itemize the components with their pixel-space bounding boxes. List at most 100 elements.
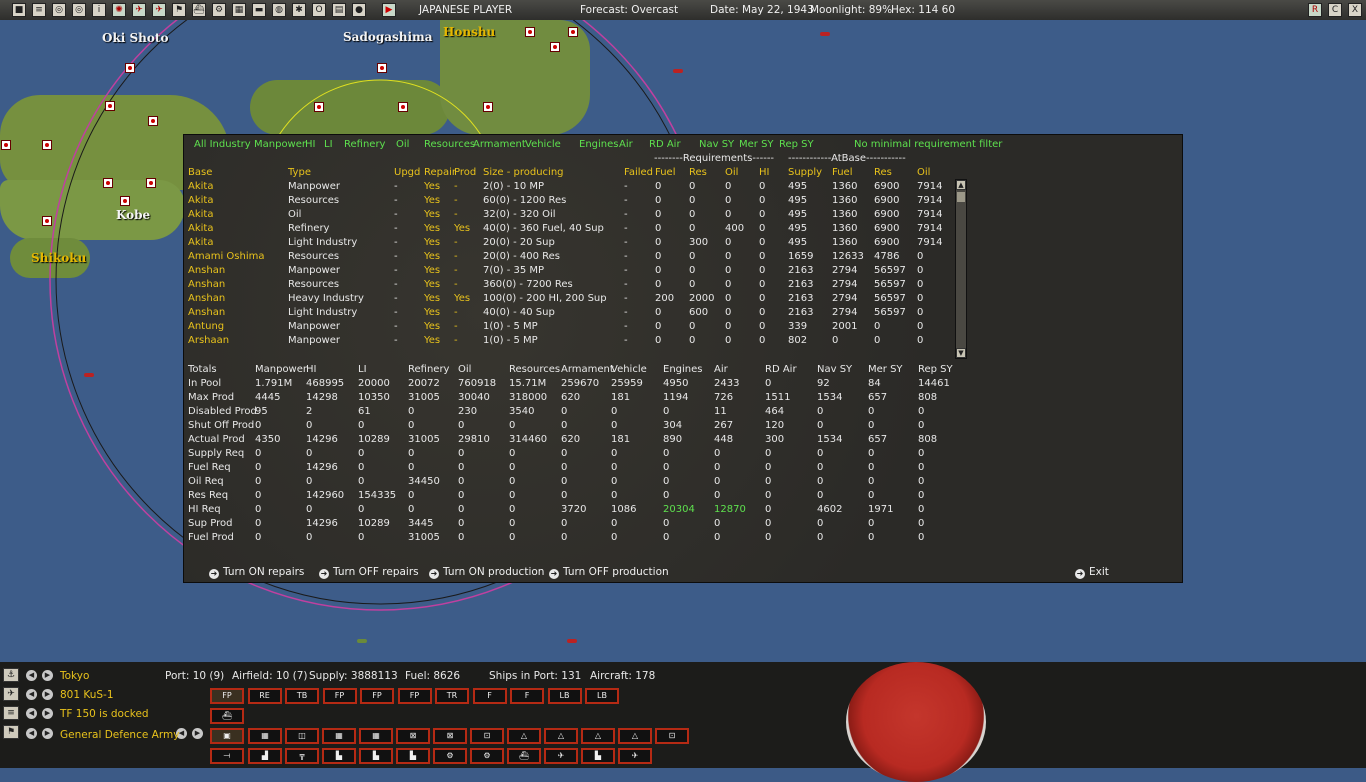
base-name-cell[interactable]: Anshan [188,293,225,304]
air-unit-button[interactable]: F [510,688,544,704]
base-name-cell[interactable]: Akita [188,209,213,220]
filter-mer-sy[interactable]: Mer SY [739,139,774,150]
ship-marker[interactable] [820,32,830,36]
flag-icon[interactable]: ⚑ [172,3,186,17]
toolbar-icon-3[interactable]: ◎ [52,3,66,17]
device-button[interactable]: ▙ [581,748,615,764]
scroll-down-arrow[interactable]: ▼ [956,348,966,358]
ob-icon[interactable]: O [312,3,326,17]
base-name-cell[interactable]: Arshaan [188,335,229,346]
device-button[interactable]: ▙ [359,748,393,764]
restore-icon[interactable]: R [1308,3,1322,17]
base-name-cell[interactable]: Anshan [188,307,225,318]
map-base[interactable] [398,102,408,112]
map-base[interactable] [125,63,135,73]
unit-button[interactable]: ▦ [322,728,356,744]
filter-refinery[interactable]: Refinery [344,139,385,150]
filter-all-industry[interactable]: All Industry [194,139,251,150]
unit-button[interactable]: ▦ [359,728,393,744]
next-arrow-icon[interactable]: ▶ [42,689,53,700]
base-name-cell[interactable]: Anshan [188,265,225,276]
air-unit-button[interactable]: TR [435,688,469,704]
turn-off-production-button[interactable]: ➜ Turn OFF production [549,566,669,579]
air-unit-button[interactable]: FP [360,688,394,704]
unit-button[interactable]: ⊡ [655,728,689,744]
device-button[interactable]: ✈ [544,748,578,764]
task-force-status[interactable]: TF 150 is docked [60,708,149,720]
exit-button[interactable]: ➜ Exit [1075,566,1109,579]
globe-icon[interactable]: ◍ [272,3,286,17]
filter-vehicle[interactable]: Vehicle [525,139,561,150]
base-name-cell[interactable]: Akita [188,181,213,192]
map-base[interactable] [105,101,115,111]
combat-icon[interactable]: C [1328,3,1342,17]
filter-oil[interactable]: Oil [396,139,409,150]
air-unit-button[interactable]: FP [397,688,432,704]
air-unit-button[interactable]: LB [585,688,619,704]
base-name[interactable]: Tokyo [60,670,89,682]
air-unit-button[interactable]: RE [247,688,282,704]
map-base[interactable] [314,102,324,112]
air-unit-button[interactable]: FP [210,688,244,704]
aircraft-icon-2[interactable]: ✈ [152,3,166,17]
air-unit-button[interactable]: TB [285,688,319,704]
unit-button[interactable]: ▦ [248,728,282,744]
next-arrow-icon[interactable]: ▶ [42,670,53,681]
unit-button[interactable]: △ [544,728,578,744]
filter-armament[interactable]: Armament [473,139,526,150]
base-name-cell[interactable]: Akita [188,223,213,234]
prev-arrow-icon[interactable]: ◀ [26,728,37,739]
device-button[interactable]: ▟ [248,748,282,764]
unit-button[interactable]: △ [507,728,541,744]
unit-button[interactable]: ⊡ [470,728,504,744]
base-name-cell[interactable]: Amami Oshima [188,251,264,262]
map-base[interactable] [525,27,535,37]
turn-on-production-button[interactable]: ➜ Turn ON production [429,566,544,579]
scroll-thumb[interactable] [957,192,965,202]
toolbar-icon-5[interactable]: i [92,3,106,17]
filter-engines[interactable]: Engines [579,139,618,150]
map-base[interactable] [42,216,52,226]
toolbar-icon-2[interactable]: ≡ [32,3,46,17]
base-name-cell[interactable]: Antung [188,321,224,332]
map-base[interactable] [568,27,578,37]
filter-rep-sy[interactable]: Rep SY [779,139,814,150]
anchor-icon[interactable]: ⚓ [3,668,19,682]
land-unit-flag-icon[interactable]: ⚑ [3,725,19,739]
map-icon[interactable]: ▦ [232,3,246,17]
device-button[interactable]: ▙ [322,748,356,764]
unit-button[interactable]: △ [581,728,615,744]
filter-manpower[interactable]: Manpower [254,139,306,150]
turn-off-repairs-button[interactable]: ➜ Turn OFF repairs [319,566,419,579]
filter-li[interactable]: LI [324,139,333,150]
filter-rd-air[interactable]: RD Air [649,139,681,150]
report-icon[interactable]: ▤ [332,3,346,17]
map-base[interactable] [146,178,156,188]
prev-arrow-icon[interactable]: ◀ [26,708,37,719]
air-unit-button[interactable]: FP [322,688,357,704]
rising-sun-icon[interactable]: ✺ [112,3,126,17]
base-name-cell[interactable]: Akita [188,195,213,206]
table-scrollbar[interactable]: ▲ ▼ [955,179,967,359]
next-arrow-icon[interactable]: ▶ [192,728,203,739]
device-button[interactable]: ╦ [285,748,319,764]
map-base[interactable] [550,42,560,52]
settings-icon[interactable]: ✱ [292,3,306,17]
next-arrow-icon[interactable]: ▶ [42,728,53,739]
aircraft-icon[interactable]: ✈ [132,3,146,17]
device-button[interactable]: ⛴ [507,748,541,764]
device-button[interactable]: ⚙ [470,748,504,764]
unit-button[interactable]: ▣ [210,728,244,744]
ship-marker[interactable] [357,639,367,643]
task-force-icon[interactable]: ≡ [3,706,19,720]
filter-air[interactable]: Air [619,139,633,150]
task-force-ship-button[interactable]: ⛴ [210,708,244,724]
map-base[interactable] [377,63,387,73]
toolbar-icon-1[interactable]: ■ [12,3,26,17]
device-button[interactable]: ✈ [618,748,652,764]
air-unit-button[interactable]: LB [547,688,582,704]
filter-nav-sy[interactable]: Nav SY [699,139,734,150]
base-name-cell[interactable]: Anshan [188,279,225,290]
unit-button[interactable]: ⊠ [396,728,430,744]
air-unit-name[interactable]: 801 KuS-1 [60,689,114,701]
